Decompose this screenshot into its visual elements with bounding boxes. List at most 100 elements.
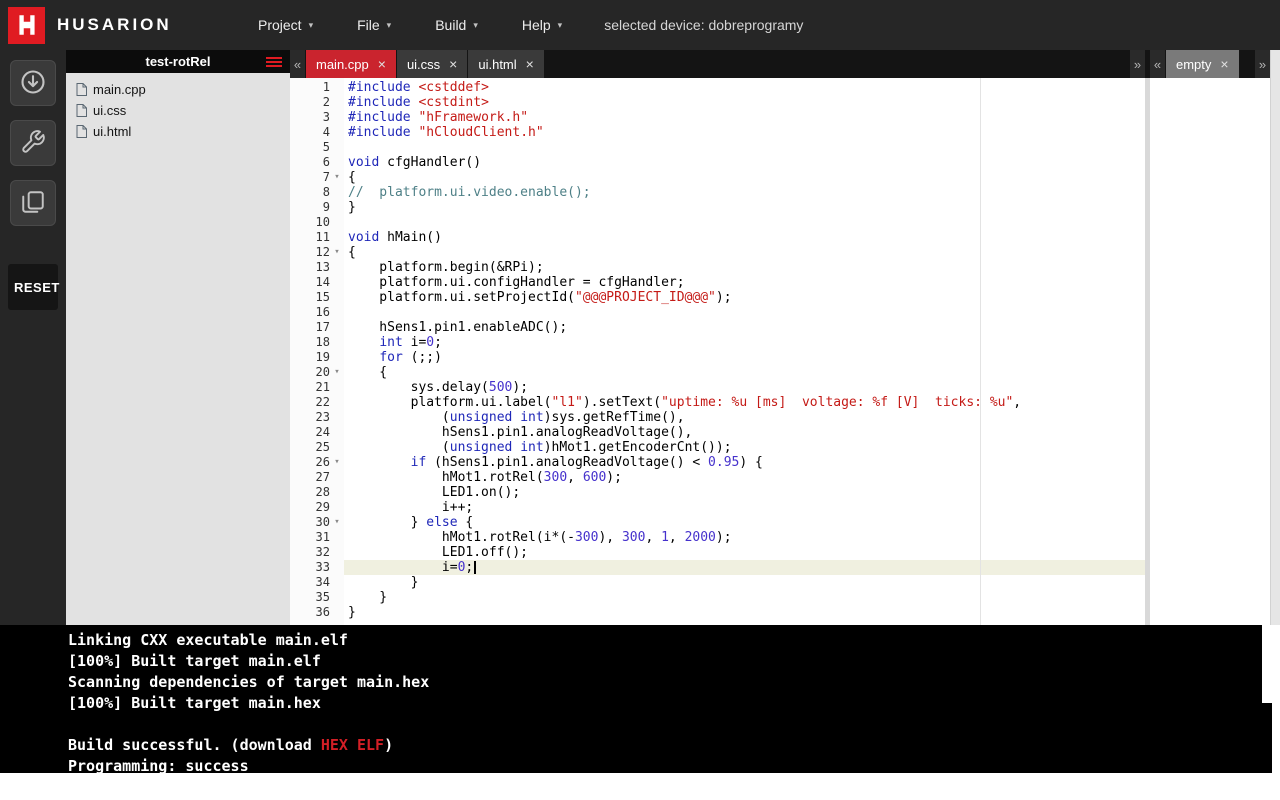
code-line-7[interactable]: {: [344, 170, 1145, 185]
code-line-35[interactable]: }: [344, 590, 1145, 605]
close-icon[interactable]: ×: [526, 57, 534, 71]
reset-button[interactable]: RESET: [8, 264, 59, 310]
gutter-line-5[interactable]: 5: [290, 140, 344, 155]
fold-icon[interactable]: ▾: [330, 245, 344, 260]
empty-editor[interactable]: [1150, 78, 1270, 625]
download-elf-link[interactable]: ELF: [357, 736, 384, 754]
fold-icon[interactable]: ▾: [330, 515, 344, 530]
gutter-line-23[interactable]: 23: [290, 410, 344, 425]
file-item-ui-html[interactable]: ui.html: [66, 121, 290, 142]
tab-scroll-right-button[interactable]: »: [1130, 50, 1145, 78]
brand[interactable]: HUSARION: [0, 6, 258, 44]
console-scrollbar-thumb[interactable]: [1262, 625, 1272, 703]
close-icon[interactable]: ×: [1220, 57, 1228, 71]
gutter-line-19[interactable]: 19: [290, 350, 344, 365]
tab-scroll-left-button[interactable]: «: [290, 50, 305, 78]
tab-main-cpp[interactable]: main.cpp ×: [306, 50, 396, 78]
code-line-24[interactable]: hSens1.pin1.analogReadVoltage(),: [344, 425, 1145, 440]
gutter-line-25[interactable]: 25: [290, 440, 344, 455]
gutter-line-2[interactable]: 2: [290, 95, 344, 110]
gutter-line-17[interactable]: 17: [290, 320, 344, 335]
close-icon[interactable]: ×: [378, 57, 386, 71]
code-line-34[interactable]: }: [344, 575, 1145, 590]
gutter-line-7[interactable]: 7 ▾: [290, 170, 344, 185]
gutter-line-22[interactable]: 22: [290, 395, 344, 410]
gutter-line-15[interactable]: 15: [290, 290, 344, 305]
code-line-4[interactable]: #include "hCloudClient.h": [344, 125, 1145, 140]
flash-device-button[interactable]: [10, 60, 56, 106]
code-line-17[interactable]: hSens1.pin1.enableADC();: [344, 320, 1145, 335]
code-line-20[interactable]: {: [344, 365, 1145, 380]
menu-file[interactable]: File ▾: [357, 17, 391, 33]
code-line-23[interactable]: (unsigned int)sys.getRefTime(),: [344, 410, 1145, 425]
gutter-line-13[interactable]: 13: [290, 260, 344, 275]
code-editor[interactable]: 1 2 3 4 5 6 7 ▾ 8 9 10 11 12 ▾ 13 14 15 16 17 18 19 20 ▾ 21 22 23…: [290, 78, 1145, 625]
gutter-line-9[interactable]: 9: [290, 200, 344, 215]
gutter-line-8[interactable]: 8: [290, 185, 344, 200]
code-line-29[interactable]: i++;: [344, 500, 1145, 515]
code-line-6[interactable]: void cfgHandler(): [344, 155, 1145, 170]
code-line-36[interactable]: }: [344, 605, 1145, 620]
code-line-32[interactable]: LED1.off();: [344, 545, 1145, 560]
gutter-line-32[interactable]: 32: [290, 545, 344, 560]
code-line-19[interactable]: for (;;): [344, 350, 1145, 365]
gutter-line-11[interactable]: 11: [290, 230, 344, 245]
tab-scroll-left-button-2[interactable]: «: [1150, 50, 1165, 78]
tab-empty[interactable]: empty ×: [1166, 50, 1239, 78]
gutter-line-27[interactable]: 27: [290, 470, 344, 485]
menu-project[interactable]: Project ▾: [258, 17, 313, 33]
fold-icon[interactable]: ▾: [330, 170, 344, 185]
gutter-line-33[interactable]: 33: [290, 560, 344, 575]
code-line-28[interactable]: LED1.on();: [344, 485, 1145, 500]
file-item-main-cpp[interactable]: main.cpp: [66, 79, 290, 100]
logs-button[interactable]: [10, 180, 56, 226]
code-line-22[interactable]: platform.ui.label("l1").setText("uptime:…: [344, 395, 1145, 410]
code-line-16[interactable]: [344, 305, 1145, 320]
code-line-14[interactable]: platform.ui.configHandler = cfgHandler;: [344, 275, 1145, 290]
gutter-line-10[interactable]: 10: [290, 215, 344, 230]
tools-button[interactable]: [10, 120, 56, 166]
menu-help[interactable]: Help ▾: [522, 17, 562, 33]
code-line-11[interactable]: void hMain(): [344, 230, 1145, 245]
gutter-line-24[interactable]: 24: [290, 425, 344, 440]
code-line-33[interactable]: i=0;: [344, 560, 1145, 575]
code-line-15[interactable]: platform.ui.setProjectId("@@@PROJECT_ID@…: [344, 290, 1145, 305]
code-line-25[interactable]: (unsigned int)hMot1.getEncoderCnt());: [344, 440, 1145, 455]
code-line-30[interactable]: } else {: [344, 515, 1145, 530]
gutter-line-34[interactable]: 34: [290, 575, 344, 590]
code-line-27[interactable]: hMot1.rotRel(300, 600);: [344, 470, 1145, 485]
code-line-18[interactable]: int i=0;: [344, 335, 1145, 350]
menu-build[interactable]: Build ▾: [435, 17, 478, 33]
gutter-line-3[interactable]: 3: [290, 110, 344, 125]
gutter-line-31[interactable]: 31: [290, 530, 344, 545]
gutter-line-12[interactable]: 12 ▾: [290, 245, 344, 260]
code-line-9[interactable]: }: [344, 200, 1145, 215]
project-menu-button[interactable]: [266, 55, 282, 69]
code-line-3[interactable]: #include "hFramework.h": [344, 110, 1145, 125]
gutter-line-4[interactable]: 4: [290, 125, 344, 140]
code-line-2[interactable]: #include <cstdint>: [344, 95, 1145, 110]
page-scrollbar[interactable]: [1270, 50, 1280, 625]
console-scrollbar-track[interactable]: [1272, 625, 1280, 773]
gutter-line-16[interactable]: 16: [290, 305, 344, 320]
file-item-ui-css[interactable]: ui.css: [66, 100, 290, 121]
code-line-8[interactable]: // platform.ui.video.enable();: [344, 185, 1145, 200]
fold-icon[interactable]: ▾: [330, 365, 344, 380]
fold-icon[interactable]: ▾: [330, 455, 344, 470]
gutter-line-6[interactable]: 6: [290, 155, 344, 170]
code-line-26[interactable]: if (hSens1.pin1.analogReadVoltage() < 0.…: [344, 455, 1145, 470]
tab-ui-css[interactable]: ui.css ×: [396, 50, 468, 78]
close-icon[interactable]: ×: [449, 57, 457, 71]
download-hex-link[interactable]: HEX: [321, 736, 348, 754]
code-line-13[interactable]: platform.begin(&RPi);: [344, 260, 1145, 275]
gutter-line-1[interactable]: 1: [290, 80, 344, 95]
gutter-line-29[interactable]: 29: [290, 500, 344, 515]
tab-scroll-right-button-2[interactable]: »: [1255, 50, 1270, 78]
gutter-line-30[interactable]: 30 ▾: [290, 515, 344, 530]
gutter-line-14[interactable]: 14: [290, 275, 344, 290]
gutter-line-20[interactable]: 20 ▾: [290, 365, 344, 380]
code-line-21[interactable]: sys.delay(500);: [344, 380, 1145, 395]
code-line-10[interactable]: [344, 215, 1145, 230]
gutter-line-36[interactable]: 36: [290, 605, 344, 620]
tab-ui-html[interactable]: ui.html ×: [468, 50, 544, 78]
